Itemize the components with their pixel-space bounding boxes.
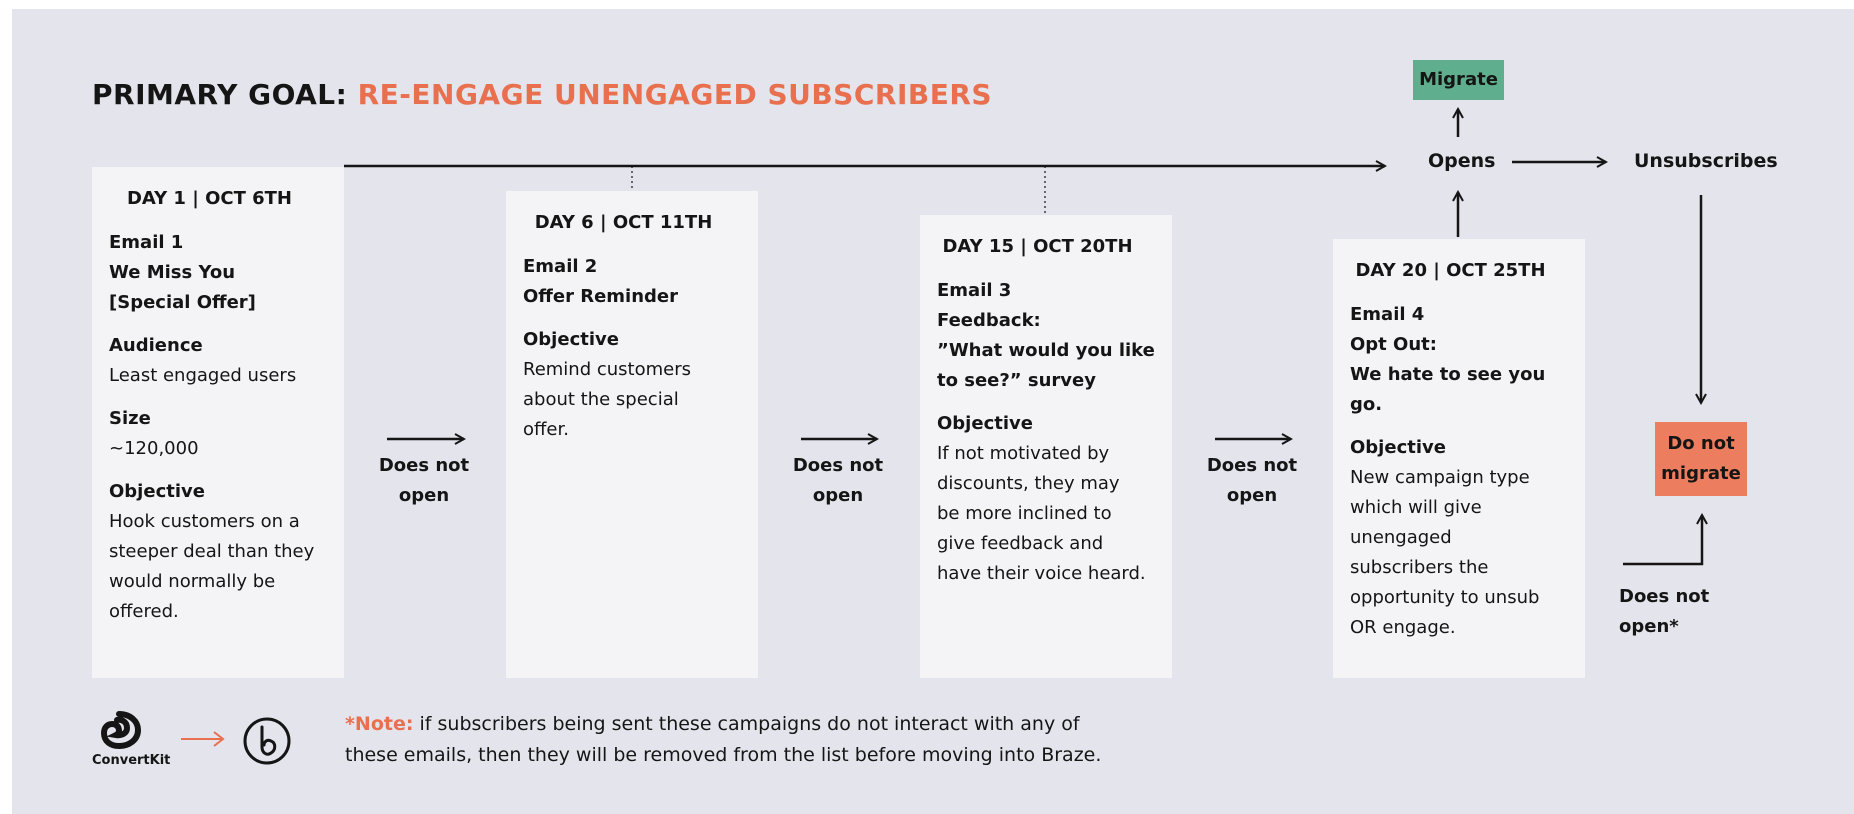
email-card-2: DAY 6 | OCT 11TH Email 2 Offer Reminder Ob…	[506, 191, 758, 678]
card-text-line: about the special	[523, 389, 679, 410]
convertkit-label: ConvertKit	[92, 753, 171, 768]
card-text-line: unengaged	[1350, 527, 1452, 548]
card-text-line: discounts, they may	[937, 473, 1120, 494]
card-heading-line: Opt Out:	[1350, 334, 1437, 355]
card-text-line: Least engaged users	[109, 365, 297, 386]
note-line-2: these emails, then they will be removed …	[345, 744, 1102, 766]
card-spacer	[523, 312, 752, 325]
note-label: *Note:	[345, 713, 414, 735]
opens-label: Opens	[1428, 150, 1496, 172]
diagram-canvas: PRIMARY GOAL: RE-ENGAGE UNENGAGED SUBSCR…	[12, 9, 1854, 814]
card-text-line: ~120,000	[109, 438, 199, 459]
does-not-open-label-3: Does not open	[1206, 455, 1298, 506]
card-text-line: have their voice heard.	[937, 563, 1146, 584]
card-spacer	[109, 318, 338, 331]
card-spacer	[1350, 420, 1579, 433]
card-heading-line: Audience	[109, 335, 203, 356]
migrate-box: Migrate	[1413, 60, 1504, 100]
email-card-3: DAY 15 | OCT 20TH Email 3 Feedback: ”What …	[920, 215, 1172, 678]
card-heading-line: We hate to see you go.	[1350, 364, 1546, 415]
card-day-label: DAY 6 | OCT 11TH	[534, 212, 713, 233]
card-body: Email 1 We Miss You [Special Offer] Audienc…	[109, 228, 338, 627]
card-heading-line: Objective	[109, 481, 205, 502]
do-not-migrate-box: Do not migrate	[1655, 422, 1747, 496]
card-text-line: opportunity to unsub	[1350, 587, 1540, 608]
dno-to-dnm-arrow	[1623, 515, 1702, 566]
card-heading-line: Objective	[937, 413, 1033, 434]
card-text-line: give feedback and	[937, 533, 1104, 554]
convertkit-logo-icon	[100, 711, 142, 750]
card-heading-line: Feedback:	[937, 310, 1041, 331]
card-text-line: which will give	[1350, 497, 1482, 518]
unsubscribes-label: Unsubscribes	[1634, 150, 1778, 172]
card-text-line: OR engage.	[1350, 617, 1456, 638]
card-heading-line: Objective	[523, 329, 619, 350]
footnote: *Note: if subscribers being sent these c…	[345, 709, 1101, 771]
card-text-line: offered.	[109, 601, 179, 622]
card-heading-line: ”What would you like	[937, 340, 1155, 361]
card-body: Email 4 Opt Out: We hate to see you go. Obj…	[1350, 300, 1579, 643]
card-body: Email 2 Offer Reminder Objective Remind cus…	[523, 252, 752, 445]
card-heading-line: Email 2	[523, 256, 598, 277]
card-spacer	[109, 464, 338, 477]
card-text-line: Hook customers on a	[109, 511, 300, 532]
card-text-line: offer.	[523, 419, 569, 440]
does-not-open-star-label: Does not open*	[1619, 586, 1710, 637]
card-spacer	[937, 396, 1166, 409]
email-card-4: DAY 20 | OCT 25TH Email 4 Opt Out: We hate…	[1333, 239, 1585, 678]
card-heading-line: Email 1	[109, 232, 184, 253]
card-heading-line: to see?” survey	[937, 370, 1096, 391]
card-day-label: DAY 20 | OCT 25TH	[1355, 260, 1546, 281]
card-text-line: would normally be	[109, 571, 276, 592]
card-heading-line: [Special Offer]	[109, 292, 256, 313]
does-not-open-label-1: Does not open	[378, 455, 470, 506]
card-text-line: subscribers the	[1350, 557, 1489, 578]
card-day-label: DAY 1 | OCT 6TH	[126, 188, 292, 209]
card-heading-line: Offer Reminder	[523, 286, 679, 307]
card-day-label: DAY 15 | OCT 20TH	[942, 236, 1133, 257]
does-not-open-label-2: Does not open	[792, 455, 884, 506]
card-heading-line: Objective	[1350, 437, 1446, 458]
note-line-1: if subscribers being sent these campaign…	[413, 713, 1080, 735]
card-spacer	[109, 391, 338, 404]
card-heading-line: Size	[109, 408, 151, 429]
card-heading-line: Email 4	[1350, 304, 1425, 325]
card-heading-line: Email 3	[937, 280, 1012, 301]
card-heading-line: We Miss You	[109, 262, 236, 283]
card-text-line: If not motivated by	[937, 443, 1110, 464]
braze-logo-icon	[243, 717, 291, 765]
card-body: Email 3 Feedback: ”What would you like to s…	[937, 276, 1166, 589]
card-text-line: steeper deal than they	[109, 541, 315, 562]
email-card-1: DAY 1 | OCT 6TH Email 1 We Miss You [Speci…	[92, 167, 344, 678]
card-text-line: be more inclined to	[937, 503, 1112, 524]
card-text-line: Remind customers	[523, 359, 692, 380]
card-text-line: New campaign type	[1350, 467, 1530, 488]
